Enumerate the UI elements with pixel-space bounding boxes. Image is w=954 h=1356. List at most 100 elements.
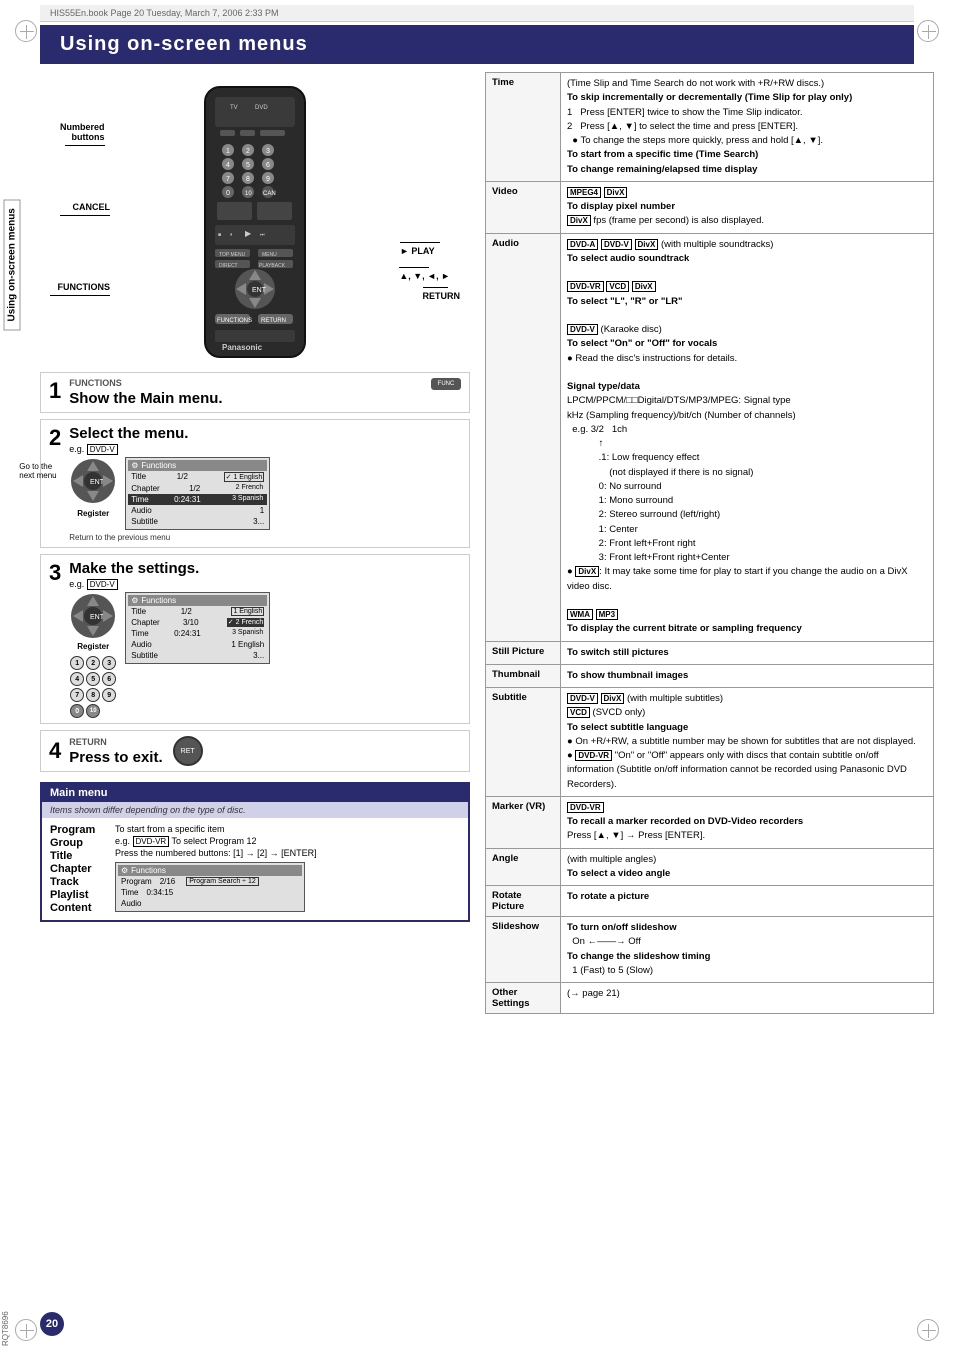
menu-item-chapter: Chapter [50,863,105,875]
main-menu-title: Main menu [42,784,468,802]
step3-row-title: Title1/21 English [128,606,267,617]
step-1-number: 1 [49,378,61,404]
step3-row-time: Time0:24:313 Spanish [128,628,267,639]
label-still-picture: Still Picture [486,641,561,664]
menu-item-title: Title [50,850,105,862]
step2-row-title: Title1/2✓ 1 English [128,471,267,483]
content-other-settings: (→ page 21) [561,983,934,1014]
row-slideshow: Slideshow To turn on/off slideshow On ←—… [486,917,934,983]
label-marker-vr: Marker (VR) [486,796,561,848]
return-button[interactable]: RET [173,736,203,766]
menu-item-track: Track [50,876,105,888]
remote-area: Numberedbuttons CANCEL FUNCTIONS ► PLAY [40,72,470,362]
menu-item-content: Content [50,902,105,914]
svg-text:PLAYBACK: PLAYBACK [259,263,286,269]
label-audio: Audio [486,233,561,641]
step-2: 2 Select the menu. e.g. DVD-V Go to then… [40,419,470,548]
label-other-settings: OtherSettings [486,983,561,1014]
label-video: Video [486,181,561,233]
step2-screen-header: ⚙Functions [128,460,267,471]
menu-item-program: Program [50,824,105,836]
page-title: Using on-screen menus [40,25,914,64]
main-menu-desc2: e.g. DVD-VR To select Program 12 [115,836,460,846]
main-menu-screen: ⚙Functions Program2/16Program Search ÷ 1… [115,862,305,912]
step-4-title: Press to exit. [69,749,162,766]
corner-mark-br [917,1319,939,1341]
svg-text:10: 10 [245,191,252,197]
step2-dpad: ENT [69,457,117,505]
row-audio: Audio DVD-A DVD-V DivX (with multiple so… [486,233,934,641]
step3-register: Register [77,642,109,651]
svg-text:3: 3 [266,148,270,155]
svg-text:TOP MENU: TOP MENU [219,252,246,258]
step3-row-chapter: Chapter3/10✓ 2 French [128,617,267,628]
svg-text:MENU: MENU [262,252,277,258]
cancel-label: CANCEL [60,202,110,216]
svg-text:5: 5 [246,162,250,169]
step-4-label: RETURN [69,737,162,747]
label-rotate-picture: RotatePicture [486,886,561,917]
content-marker-vr: DVD-VR To recall a marker recorded on DV… [561,796,934,848]
svg-text:■: ■ [218,232,221,238]
header-text: HIS55En.book Page 20 Tuesday, March 7, 2… [50,8,278,18]
label-thumbnail: Thumbnail [486,664,561,687]
label-time: Time [486,73,561,182]
step3-screen-header: ⚙Functions [128,595,267,606]
step3-row-audio: Audio1 English [128,639,267,650]
step2-register: Register [77,509,109,518]
content-audio: DVD-A DVD-V DivX (with multiple soundtra… [561,233,934,641]
svg-text:2: 2 [246,148,250,155]
row-thumbnail: Thumbnail To show thumbnail images [486,664,934,687]
svg-text:ENT: ENT [90,479,105,486]
content-video: MPEG4 DivX To display pixel number DivX … [561,181,934,233]
main-menu-box: Main menu Items shown differ depending o… [40,782,470,922]
label-angle: Angle [486,848,561,886]
step-3: 3 Make the settings. e.g. DVD-V ENT [40,554,470,724]
main-menu-subtitle: Items shown differ depending on the type… [42,802,468,818]
row-angle: Angle (with multiple angles) To select a… [486,848,934,886]
content-slideshow: To turn on/off slideshow On ←——→ Off To … [561,917,934,983]
row-time: Time (Time Slip and Time Search do not w… [486,73,934,182]
main-menu-desc3: Press the numbered buttons: [1] → [2] → … [115,848,460,858]
step2-go-next: Go to thenext menu [19,462,56,480]
svg-text:9: 9 [266,176,270,183]
step-1: 1 FUNCTIONS Show the Main menu. FUNC [40,372,470,413]
step-3-title: Make the settings. [69,560,461,577]
svg-text:FUNCTIONS: FUNCTIONS [217,318,252,324]
corner-mark-bl [15,1319,37,1341]
svg-text:6: 6 [266,162,270,169]
main-menu-desc1: To start from a specific item [115,824,460,834]
svg-text:ENT: ENT [252,287,267,294]
row-video: Video MPEG4 DivX To display pixel number… [486,181,934,233]
right-info-column: Time (Time Slip and Time Search do not w… [485,72,934,1014]
svg-text:RETURN: RETURN [261,318,286,324]
page-number: 20 [40,1312,64,1336]
svg-text:Panasonic: Panasonic [222,343,263,352]
label-subtitle: Subtitle [486,688,561,797]
svg-text:1: 1 [226,148,230,155]
functions-label: FUNCTIONS [50,282,110,296]
content-thumbnail: To show thumbnail images [561,664,934,687]
menu-item-playlist: Playlist [50,889,105,901]
step-2-title: Select the menu. [69,425,461,442]
svg-text:7: 7 [226,176,230,183]
content-rotate-picture: To rotate a picture [561,886,934,917]
numbered-buttons-label: Numberedbuttons [60,122,105,146]
main-menu-items-list: Program Group Title Chapter Track Playli… [50,824,105,914]
row-other-settings: OtherSettings (→ page 21) [486,983,934,1014]
step3-row-subtitle: Subtitle3... [128,650,267,661]
step2-row-subtitle: Subtitle3... [128,516,267,527]
step2-row-chapter: Chapter1/22 French [128,483,267,494]
svg-text:DIRECT: DIRECT [219,263,238,269]
step-4: 4 RETURN Press to exit. RET [40,730,470,772]
step-2-number: 2 [49,425,61,451]
corner-mark-tl [15,20,37,42]
row-still-picture: Still Picture To switch still pictures [486,641,934,664]
sidebar-label: Using on-screen menus [4,199,21,330]
svg-text:8: 8 [246,176,250,183]
step3-dpad: ENT [69,592,117,640]
return-label: RETURN [423,287,461,301]
step-1-functions: FUNCTIONS [69,378,431,388]
corner-mark-tr [917,20,939,42]
row-subtitle: Subtitle DVD-V DivX (with multiple subti… [486,688,934,797]
